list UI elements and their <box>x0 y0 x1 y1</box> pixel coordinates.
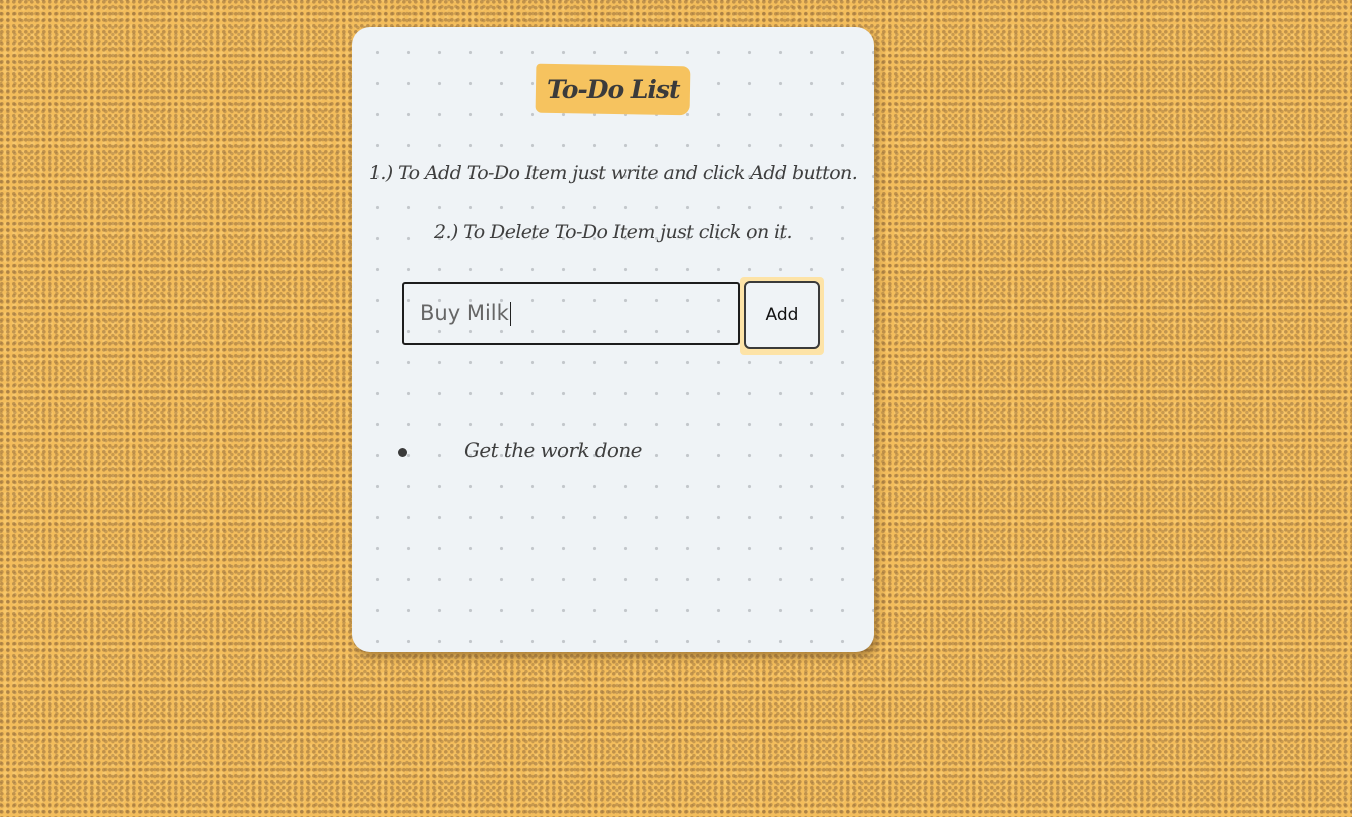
page-title: To-Do List <box>546 74 680 104</box>
todo-list: Get the work done <box>352 435 874 471</box>
text-caret <box>509 302 511 326</box>
todo-item[interactable]: Get the work done <box>352 435 874 471</box>
instruction-delete: 2.) To Delete To-Do Item just click on i… <box>434 221 793 243</box>
title-highlight: To-Do List <box>535 63 691 116</box>
add-button-highlight: Add <box>740 277 824 355</box>
todo-item-text: Get the work done <box>464 438 642 462</box>
todo-input-value: Buy Milk <box>420 301 509 325</box>
instruction-add: 1.) To Add To-Do Item just write and cli… <box>368 162 858 184</box>
todo-input[interactable]: Buy Milk <box>402 282 740 345</box>
todo-card: To-Do List 1.) To Add To-Do Item just wr… <box>352 27 874 652</box>
bullet-icon <box>398 448 407 457</box>
add-button[interactable]: Add <box>744 281 820 349</box>
